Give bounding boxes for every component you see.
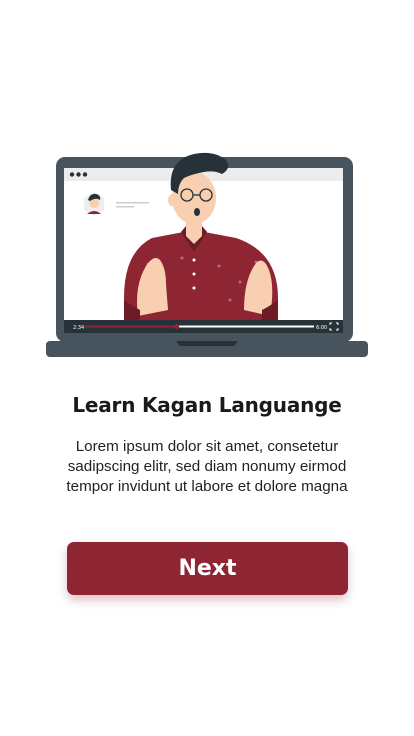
next-button[interactable]: Next xyxy=(67,542,348,595)
video-total-time: 6:00 xyxy=(316,325,327,331)
onboarding-title: Learn Kagan Languange xyxy=(72,393,342,417)
description-line: tempor invidunt ut labore et dolore magn… xyxy=(66,478,348,495)
video-progress-fill xyxy=(85,325,177,328)
video-elapsed-time: 2:34 xyxy=(73,325,84,331)
description-line: sadipscing elitr, sed diam nonumy eirmod xyxy=(67,458,347,475)
window-dots-icon xyxy=(69,172,88,177)
description-line: Lorem ipsum dolor sit amet, consetetur xyxy=(75,438,339,455)
video-progress-knob[interactable] xyxy=(174,323,180,330)
laptop-hinge xyxy=(176,341,238,346)
laptop-video-call-illustration: 2:34 6:00 xyxy=(46,152,368,357)
onboarding-description: Lorem ipsum dolor sit amet, consetetur s… xyxy=(40,437,374,497)
